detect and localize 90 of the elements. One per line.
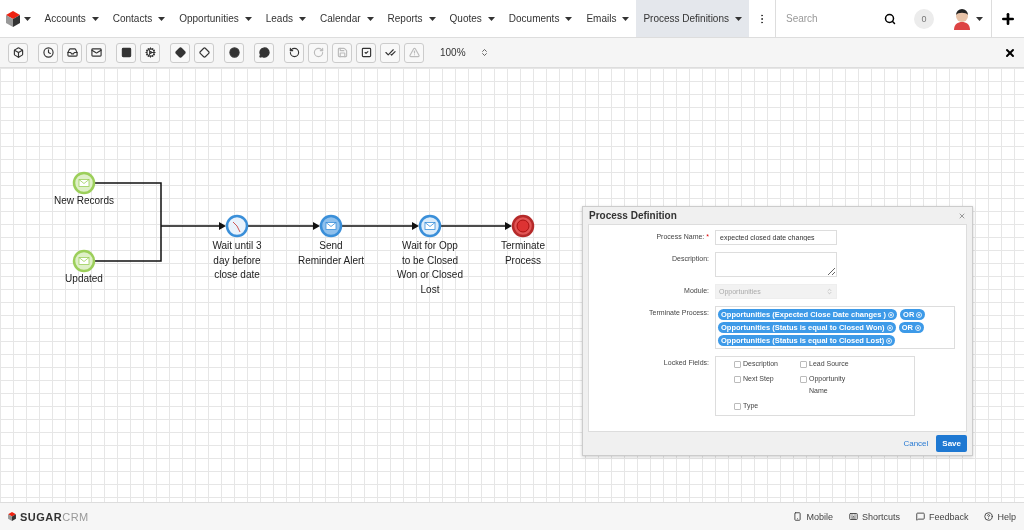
nav-tab[interactable]: Reports [380, 0, 443, 37]
node-label: Wait until 3 day before close date [212, 239, 262, 282]
footer-link[interactable]: Help [984, 511, 1016, 522]
footer-link[interactable]: Shortcuts [848, 511, 900, 522]
circle-icon [228, 47, 240, 58]
nav-tab[interactable]: Documents [501, 0, 580, 37]
flow-arrow [160, 222, 226, 230]
start-event-icon [72, 249, 96, 273]
speech-bubble-icon [258, 47, 270, 58]
envelope-icon [90, 47, 102, 58]
avatar-icon[interactable] [952, 7, 972, 30]
message-event-icon [319, 214, 343, 238]
start-event-icon [72, 171, 96, 195]
caret-icon [565, 16, 573, 21]
search-field[interactable]: Search [775, 0, 904, 37]
save-button[interactable]: Save [936, 435, 967, 452]
end-event-icon [511, 214, 535, 238]
cube-logo-icon[interactable] [6, 10, 21, 27]
keyboard-icon [848, 512, 858, 521]
square-icon [120, 47, 132, 58]
square-button[interactable] [116, 42, 136, 63]
caret-icon [24, 16, 32, 21]
zoom-select[interactable]: 100% [434, 45, 495, 60]
nav-tab[interactable]: Process Definitions [636, 0, 749, 37]
notification-badge[interactable]: 0 [914, 8, 934, 29]
checkbox[interactable] [734, 403, 741, 410]
speech-bubble-icon [915, 512, 925, 521]
caret-icon [622, 16, 630, 21]
diamond-icon [174, 47, 186, 58]
checkbox-icon [360, 47, 372, 58]
nav-tab[interactable]: Calendar [312, 0, 381, 37]
message-event-icon [418, 214, 442, 238]
clock-button[interactable] [38, 42, 58, 63]
flow-arrow [440, 222, 512, 230]
double-check-icon [384, 47, 396, 58]
cancel-link[interactable]: Cancel [903, 439, 929, 448]
footer-link[interactable]: Feedback [915, 511, 969, 522]
checkbox-button[interactable] [356, 42, 376, 63]
speech-bubble-button[interactable] [254, 42, 274, 63]
node-label: Updated [65, 272, 103, 286]
checkbox[interactable] [800, 376, 807, 383]
warning-icon [408, 47, 420, 58]
caret-icon [735, 16, 742, 21]
checkbox[interactable] [800, 361, 807, 368]
node-label: Wait for Opp to be Closed Won or Closed Lost [397, 239, 463, 297]
dialog-title: Process Definition [589, 210, 677, 221]
nav-tab[interactable]: Emails [579, 0, 637, 37]
caret-icon [158, 16, 166, 21]
envelope-button[interactable] [86, 42, 106, 63]
close-icon[interactable] [1004, 46, 1016, 59]
circle-button[interactable] [224, 42, 244, 63]
inbox-button[interactable] [62, 42, 82, 63]
checkbox[interactable] [734, 361, 741, 368]
timer-event-icon [225, 214, 249, 238]
caret-icon [298, 16, 306, 21]
caret-icon [428, 16, 436, 21]
cube-button[interactable] [8, 42, 28, 63]
cube-icon [12, 47, 24, 58]
caret-icon [487, 16, 495, 21]
search-icon[interactable] [884, 12, 896, 25]
stepper-icon [479, 48, 489, 57]
caret-icon [366, 16, 374, 21]
nav-tab[interactable]: Quotes [442, 0, 502, 37]
checkbox[interactable] [734, 376, 741, 383]
undo-icon [288, 47, 300, 58]
add-icon[interactable] [1000, 10, 1016, 27]
nav-tab[interactable]: Leads [258, 0, 313, 37]
inbox-icon [66, 47, 78, 58]
brand-name: SUGARCRM [20, 510, 89, 523]
caret-icon [976, 16, 983, 21]
nav-tab[interactable]: Opportunities [172, 0, 259, 37]
footer-link[interactable]: Mobile [793, 511, 833, 522]
redo-icon [312, 47, 324, 58]
caret-icon [244, 16, 252, 21]
nav-tab[interactable]: Accounts [37, 0, 106, 37]
caret-icon [91, 16, 99, 21]
save-icon [336, 47, 348, 58]
help-icon [984, 512, 994, 521]
undo-button[interactable] [284, 42, 304, 63]
clock-icon [42, 47, 54, 58]
node-label: Terminate Process [501, 239, 545, 268]
phone-icon [793, 512, 803, 521]
cube-logo-icon [8, 512, 16, 521]
double-check-button[interactable] [380, 42, 400, 63]
node-label: Send Reminder Alert [297, 239, 365, 268]
stepper-icon [826, 288, 833, 295]
node-label: New Records [54, 194, 114, 208]
nav-tab[interactable]: Contacts [105, 0, 173, 37]
description-field[interactable] [715, 252, 837, 277]
diamond-button[interactable] [170, 42, 190, 63]
